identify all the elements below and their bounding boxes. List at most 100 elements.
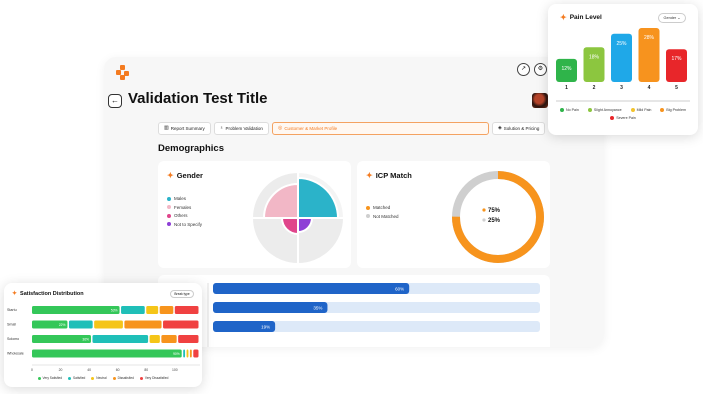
x-tick-label: 100 <box>172 368 178 372</box>
legend-dot <box>91 376 95 380</box>
bar <box>213 283 410 294</box>
pain-level-bar-chart: 12% 1 18% 2 25% 3 28% 4 17% 5 <box>556 28 690 102</box>
bar-label: 19% <box>261 325 270 330</box>
icp-card-title: ✦ ICP Match <box>366 171 412 180</box>
legend-dot <box>366 205 370 210</box>
bar <box>213 302 328 313</box>
gear-icon: ⚙ <box>537 66 544 72</box>
x-tick-label: 80 <box>144 368 148 372</box>
arrow-left-icon: ← <box>111 96 119 105</box>
stacked-segment <box>174 306 199 314</box>
app-logo-icon <box>116 65 130 80</box>
legend-item: Very Satisfied <box>37 376 63 380</box>
segment-label: 36% <box>82 337 89 341</box>
share-button[interactable]: ↗ <box>517 63 530 76</box>
stacked-segment <box>146 306 159 314</box>
distribution-card: 60% 35% 19% <box>158 275 550 347</box>
satisfaction-legend: Very Satisfied Satisfied Neutral Dissati… <box>4 376 202 380</box>
x-tick-label: 0 <box>31 368 33 372</box>
tab-solution-pricing[interactable]: ◈ Solution & Pricing <box>491 122 546 135</box>
legend-item: Severe Pain <box>610 116 636 120</box>
pain-level-panel: ✦ Pain Level Gender ⌄ 12% 1 18% 2 25% 3 28% 4 17%… <box>548 4 698 135</box>
sparkle-icon: ✦ <box>366 171 373 180</box>
pain-tick-label: 1 <box>565 85 568 91</box>
pain-legend: No Pain Slight Annoyance Mild Pain Big P… <box>558 108 688 120</box>
legend-item: Big Problem <box>660 108 686 112</box>
section-title: Demographics <box>158 143 224 154</box>
stacked-segment <box>186 349 189 358</box>
x-tick-label: 40 <box>87 368 91 372</box>
icp-title: ICP Match <box>375 171 412 180</box>
legend-item: Matched <box>366 205 399 210</box>
stacked-segment <box>32 349 182 358</box>
legend-item: Not to Specify <box>167 222 202 227</box>
tab-report-summary[interactable]: ▥ Report Summary <box>158 122 211 135</box>
legend-label: Big Problem <box>666 108 686 112</box>
target-icon: ◎ <box>277 125 283 131</box>
legend-dot <box>167 222 171 226</box>
stacked-segment <box>183 349 186 358</box>
legend-dot <box>139 376 143 380</box>
legend-item: Mild Pain <box>630 108 652 112</box>
tab-problem-validation[interactable]: ♁ Problem Validation <box>213 122 269 135</box>
tab-label: Solution & Pricing <box>503 126 540 131</box>
pain-bar <box>666 49 687 82</box>
legend-dot <box>630 108 635 112</box>
row-label: Startu <box>7 308 17 312</box>
avatar[interactable] <box>532 93 548 108</box>
legend-dot <box>482 218 486 222</box>
gender-title: Gender <box>176 171 203 180</box>
legend-item: Slight Annoyance <box>587 108 622 112</box>
segment-label: 90% <box>173 352 180 356</box>
horizontal-bar-chart: 60% 35% 19% <box>207 283 540 347</box>
legend-dot <box>482 208 486 212</box>
stacked-segment <box>32 306 120 314</box>
legend-label: Dissatisfied <box>117 376 134 380</box>
legend-label: Females <box>174 204 192 210</box>
legend-dot <box>560 108 565 112</box>
back-button[interactable]: ← <box>108 94 122 108</box>
stacked-segment <box>149 335 160 343</box>
legend-dot <box>167 213 171 218</box>
legend-dot <box>37 376 41 380</box>
share-icon: ↗ <box>520 66 527 72</box>
pain-bar-label: 28% <box>644 35 655 41</box>
icp-legend: Matched Not Matched <box>366 205 399 222</box>
stacked-segment <box>189 349 192 358</box>
row-label: Solomo <box>7 337 19 341</box>
legend-item: Females <box>167 205 202 210</box>
icp-donut-chart: 75% 25% <box>452 171 544 263</box>
legend-label: Severe Pain <box>616 116 636 120</box>
legend-label: Not to Specify <box>174 221 203 227</box>
stacked-segment <box>159 306 174 314</box>
stacked-segment <box>163 320 199 329</box>
gender-legend: Males Females Others Not to Specify <box>167 196 202 230</box>
legend-label: No Pain <box>566 108 579 112</box>
row-label: Small <box>7 323 16 327</box>
tab-label: Customer & Market Profile <box>284 126 338 131</box>
legend-dot <box>167 196 171 201</box>
stacked-segment <box>121 306 145 314</box>
pain-bar-label: 17% <box>671 56 682 62</box>
satisfaction-stacked-chart: Startu 53% Small 22% Solomo 36% Wholesale 90% 0 2… <box>7 306 200 372</box>
legend-label: Mild Pain <box>636 108 652 112</box>
settings-button[interactable]: ⚙ <box>534 63 547 76</box>
legend-label: Satisfied <box>73 376 86 380</box>
stacked-segment <box>193 349 199 358</box>
legend-label: Not Matched <box>373 213 399 219</box>
legend-dot <box>366 214 370 218</box>
bar-label: 60% <box>395 287 404 292</box>
sparkle-icon: ✦ <box>167 171 174 180</box>
legend-label: Matched <box>373 205 391 210</box>
stacked-segment <box>161 335 177 343</box>
pain-tick-label: 5 <box>675 85 678 91</box>
gender-card: ✦ Gender Males Females Others Not to Spec… <box>158 161 351 268</box>
icp-matched-value: 75% <box>488 208 501 214</box>
pie-slice-males <box>297 176 340 219</box>
legend-item: Others <box>167 213 202 218</box>
tab-customer-market-profile[interactable]: ◎ Customer & Market Profile <box>271 122 489 135</box>
legend-label: Very Satisfied <box>42 376 63 380</box>
pain-bar-label: 25% <box>616 41 627 47</box>
pain-tick-label: 4 <box>648 85 651 91</box>
legend-label: Others <box>174 213 188 218</box>
